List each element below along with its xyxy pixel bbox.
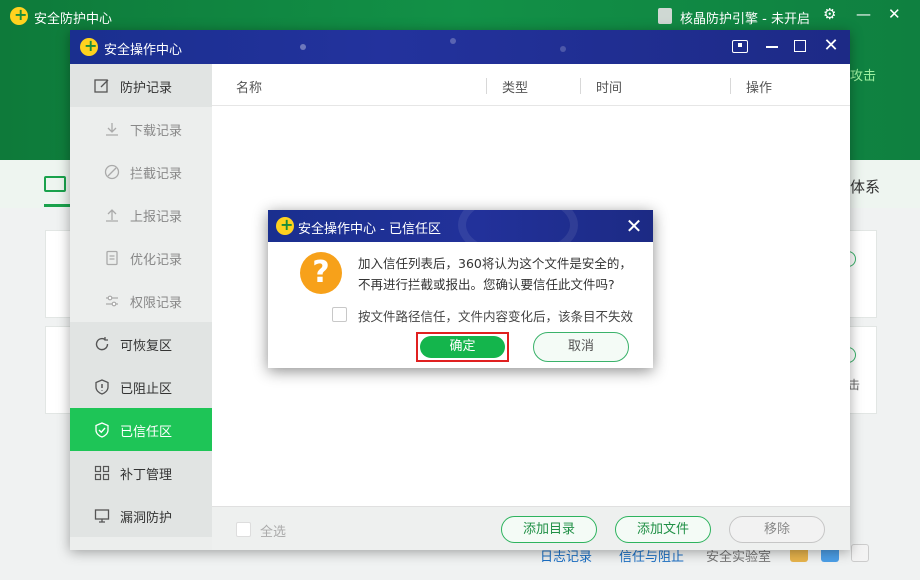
360-logo-icon [10,5,28,25]
sidebar-item-label: 优化记录 [130,253,183,268]
trust-by-path-checkbox[interactable] [332,307,347,322]
restore-icon [95,337,109,351]
remove-button[interactable]: 移除 [729,516,825,543]
dialog-close-icon[interactable]: ✕ [623,214,645,238]
sidebar: 防护记录 下载记录 拦截记录 上报记录 优化记录 权限记录 可恢复区 已阻止区 [70,64,212,550]
minimize-icon[interactable] [766,46,778,48]
sidebar-item-upload-log[interactable]: 上报记录 [70,193,212,236]
sidebar-item-label: 拦截记录 [130,167,183,182]
sidebar-item-label: 防护记录 [120,81,173,96]
engine-icon [658,8,672,24]
block-icon [104,164,120,180]
table-header: 名称 类型 时间 操作 [212,64,850,106]
upload-icon [106,209,118,222]
sidebar-item-protection-log[interactable]: 防护记录 [70,64,212,107]
column-header-time[interactable]: 时间 [596,77,622,96]
cancel-button[interactable]: 取消 [533,332,629,362]
dialog-titlebar[interactable]: 安全操作中心 - 已信任区 ✕ [268,210,653,242]
dialog-message: 加入信任列表后，360将认为这个文件是安全的，不再进行拦截或报出。您确认要信任此… [358,256,632,292]
trusted-shield-icon [95,422,109,438]
edit-icon [94,79,109,93]
attack-fragment: 攻击 [850,69,877,84]
download-icon [106,123,118,136]
engine-status[interactable]: 核晶防护引擎 - 未开启 [680,8,810,27]
select-all-checkbox[interactable] [236,522,251,537]
trust-by-path-label: 按文件路径信任，文件内容变化后，该条目不失效 [358,309,634,324]
app-title: 安全防护中心 [34,12,113,27]
grid-icon [94,465,110,481]
permission-icon [106,295,118,307]
add-directory-button[interactable]: 添加目录 [501,516,597,543]
sidebar-item-label: 已阻止区 [120,382,173,397]
sidebar-item-block-log[interactable]: 拦截记录 [70,150,212,193]
sidebar-item-optimize-log[interactable]: 优化记录 [70,236,212,279]
blocked-shield-icon [95,379,109,395]
app-minimize-icon[interactable]: — [856,5,871,23]
sidebar-item-download-log[interactable]: 下载记录 [70,107,212,150]
doc-icon [106,250,118,266]
monitor-icon [94,509,110,523]
sidebar-item-label: 下载记录 [130,124,183,139]
tab-underline [44,204,70,207]
app-close-icon[interactable]: ✕ [888,5,901,23]
question-icon: ? [300,252,342,294]
trust-confirm-dialog: 安全操作中心 - 已信任区 ✕ ? 加入信任列表后，360将认为这个文件是安全的… [268,210,653,368]
360-logo-icon [276,215,294,235]
sidebar-item-label: 可恢复区 [120,339,173,354]
column-header-name[interactable]: 名称 [236,77,262,96]
close-icon[interactable]: ✕ [822,36,840,56]
dialog-title: 安全操作中心 - 已信任区 [298,222,441,237]
system-fragment: 体系 [850,178,881,196]
maximize-icon[interactable] [794,40,806,52]
add-file-button[interactable]: 添加文件 [615,516,711,543]
column-header-action[interactable]: 操作 [746,77,772,96]
sidebar-item-restore[interactable]: 可恢复区 [70,322,212,365]
sidebar-item-permission-log[interactable]: 权限记录 [70,279,212,322]
sidebar-item-patch[interactable]: 补丁管理 [70,451,212,494]
sidebar-item-label: 上报记录 [130,210,183,225]
sidebar-item-label: 已信任区 [120,425,173,440]
confirm-button-label: 确定 [420,336,505,358]
sidebar-item-trusted[interactable]: 已信任区 [70,408,212,451]
settings-gear-icon[interactable]: ⚙ [823,5,836,23]
window-title: 安全操作中心 [104,43,183,58]
column-header-type[interactable]: 类型 [502,77,528,96]
feedback-icon[interactable] [732,40,748,53]
confirm-button[interactable]: 确定 [416,332,509,362]
select-all-label: 全选 [260,525,287,540]
footer-medkit-icon[interactable] [851,544,869,562]
bottom-toolbar: 全选 添加目录 添加文件 移除 [212,506,850,550]
app-topbar: 安全防护中心 核晶防护引擎 - 未开启 ⚙ — ✕ [0,0,920,32]
sidebar-item-label: 漏洞防护 [120,511,173,526]
sidebar-item-vuln[interactable]: 漏洞防护 [70,494,212,537]
window-titlebar[interactable]: 安全操作中心 ✕ [70,30,850,64]
sidebar-item-label: 权限记录 [130,296,183,311]
sidebar-item-blocked[interactable]: 已阻止区 [70,365,212,408]
sidebar-item-label: 补丁管理 [120,468,173,483]
360-logo-icon [80,36,98,56]
monitor-tab-icon[interactable] [44,176,66,192]
